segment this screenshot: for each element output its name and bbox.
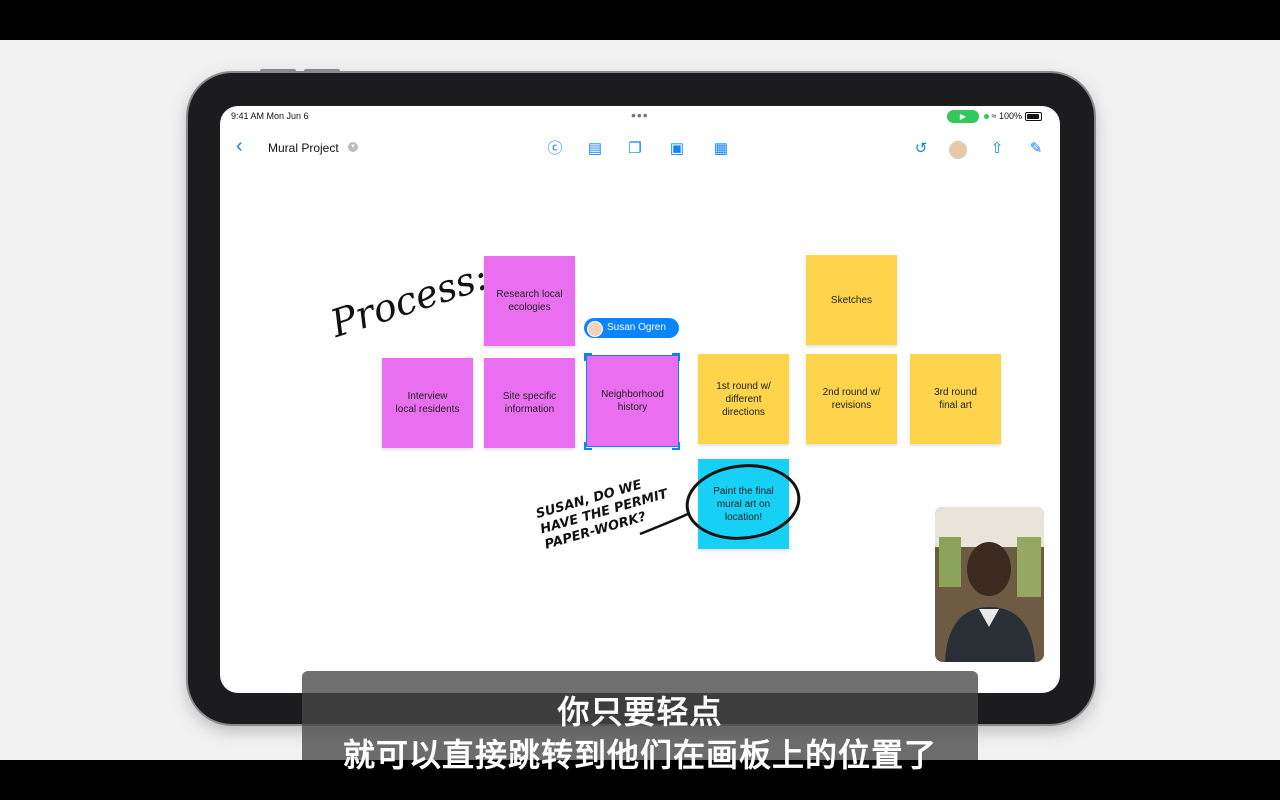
ipad-volume-button xyxy=(304,69,340,73)
video-stage: 9:41 AM Mon Jun 6 ••• ▶ ≈ 100% ‹ Mural P… xyxy=(0,40,1280,760)
participant-video xyxy=(935,507,1044,662)
wifi-icon: ≈ xyxy=(991,111,997,121)
compose-icon[interactable]: ✎ xyxy=(1025,138,1047,160)
ink-circle-around-note xyxy=(685,464,801,540)
share-icon[interactable]: ⇧ xyxy=(986,138,1008,160)
title-menu-chevron-icon[interactable]: ▾ xyxy=(348,142,358,152)
letterbox-top xyxy=(0,0,1280,40)
collaborator-avatar-icon[interactable] xyxy=(949,141,967,159)
text-box-icon[interactable]: ▤ xyxy=(584,138,606,160)
ink-annotations xyxy=(639,464,801,540)
facetime-video-tile[interactable] xyxy=(935,507,1044,662)
board-title[interactable]: Mural Project xyxy=(268,141,339,155)
status-indicators: ≈ 100% xyxy=(984,111,1042,122)
pen-tool-icon[interactable]: ⓒ xyxy=(544,138,566,160)
shapes-icon[interactable]: ❐ xyxy=(624,138,646,160)
facetime-camera-icon[interactable]: ▶ xyxy=(947,110,979,123)
subtitle-line-2: 就可以直接跳转到他们在画板上的位置了 xyxy=(342,736,937,774)
status-bar: 9:41 AM Mon Jun 6 ••• ▶ ≈ 100% xyxy=(220,106,1060,128)
ipad-screen: 9:41 AM Mon Jun 6 ••• ▶ ≈ 100% ‹ Mural P… xyxy=(220,106,1060,693)
undo-icon[interactable]: ↺ xyxy=(910,138,932,160)
multitasking-dots-icon[interactable]: ••• xyxy=(631,107,649,123)
status-time: 9:41 AM Mon Jun 6 xyxy=(231,111,309,121)
battery-icon xyxy=(1024,112,1042,122)
back-chevron-icon[interactable]: ‹ xyxy=(236,136,243,156)
board-toolbar: ‹ Mural Project ▾ ⓒ ▤ ❐ ▣ ▦ ↺ ⇧ ✎ xyxy=(220,128,1060,168)
board-canvas[interactable]: Process: Research local ecologies Interv… xyxy=(220,168,1060,693)
text-tool-icon[interactable]: ▣ xyxy=(666,138,688,160)
ipad-volume-button xyxy=(260,69,296,73)
camera-in-use-dot-icon xyxy=(984,114,989,120)
battery-percent: 100% xyxy=(998,111,1023,121)
subtitle-line-1: 你只要轻点 xyxy=(557,693,723,731)
media-icon[interactable]: ▦ xyxy=(710,138,732,160)
